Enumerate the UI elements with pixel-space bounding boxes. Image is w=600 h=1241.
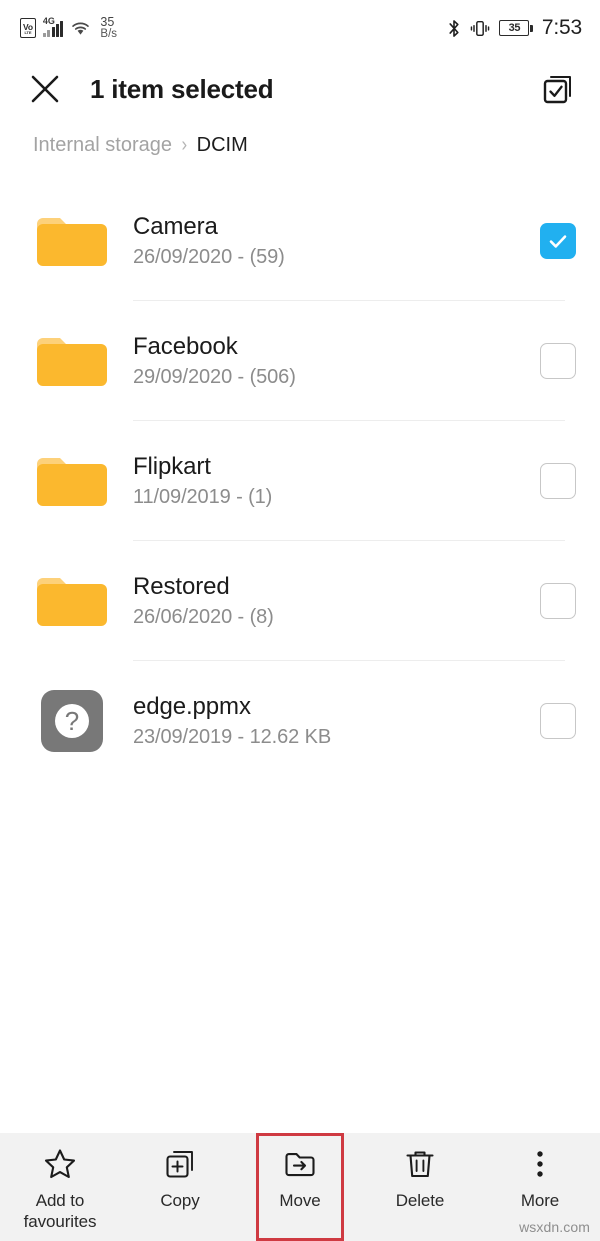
battery-level-text: 35 [499, 20, 530, 36]
row-icon [33, 570, 111, 632]
select-all-icon[interactable] [540, 71, 576, 107]
item-name: edge.ppmx [133, 693, 251, 720]
copy-icon [163, 1147, 197, 1181]
folder-icon [37, 578, 107, 626]
toolbar-label: Add to favourites [24, 1190, 97, 1232]
network-speed-unit: B/s [100, 28, 118, 40]
item-checkbox[interactable] [540, 343, 576, 379]
row-icon [33, 210, 111, 272]
check-icon [549, 235, 567, 248]
row-text: Camera 26/09/2020 - (59) [133, 213, 540, 269]
unknown-file-icon: ? [41, 690, 103, 752]
folder-icon [37, 458, 107, 506]
breadcrumb-current[interactable]: DCIM [197, 134, 248, 157]
bluetooth-icon [449, 19, 460, 37]
vibrate-icon [471, 20, 490, 36]
toolbar-label-line1: Add to [35, 1191, 85, 1210]
move-folder-icon [283, 1147, 317, 1181]
toolbar-label: Copy [160, 1191, 200, 1210]
folder-icon [37, 218, 107, 266]
item-checkbox[interactable] [540, 463, 576, 499]
status-bar: Vo LTE 4G 35 B/s 35 7:53 [0, 0, 600, 56]
file-list: Camera 26/09/2020 - (59) Facebook 29/09/… [0, 181, 600, 781]
copy-button[interactable]: Copy [120, 1147, 240, 1211]
star-icon [43, 1147, 77, 1181]
wifi-icon [72, 22, 90, 35]
network-generation-label: 4G [42, 16, 55, 26]
item-name: Camera [133, 213, 218, 240]
svg-text:?: ? [65, 706, 79, 736]
watermark: wsxdn.com [519, 1219, 590, 1235]
status-bar-left: Vo LTE 4G 35 B/s [20, 16, 117, 40]
trash-icon [403, 1147, 437, 1181]
item-name: Facebook [133, 333, 238, 360]
row-text: Flipkart 11/09/2019 - (1) [133, 453, 540, 509]
app-header: 1 item selected [0, 56, 600, 122]
item-meta: 23/09/2019 - 12.62 KB [133, 726, 332, 748]
item-name: Restored [133, 573, 230, 600]
item-checkbox[interactable] [540, 583, 576, 619]
list-item[interactable]: Restored 26/06/2020 - (8) [0, 541, 600, 661]
more-vertical-icon [523, 1147, 557, 1181]
row-icon [33, 330, 111, 392]
item-name: Flipkart [133, 453, 211, 480]
item-meta: 29/09/2020 - (506) [133, 366, 296, 388]
move-button[interactable]: Move [240, 1147, 360, 1211]
list-item[interactable]: ? edge.ppmx 23/09/2019 - 12.62 KB [0, 661, 600, 781]
toolbar-label: More [520, 1191, 560, 1210]
list-item[interactable]: Camera 26/09/2020 - (59) [0, 181, 600, 301]
page-title: 1 item selected [90, 73, 274, 104]
item-meta: 26/06/2020 - (8) [133, 606, 274, 628]
breadcrumb: Internal storage › DCIM [0, 122, 600, 171]
item-checkbox[interactable] [540, 703, 576, 739]
list-item[interactable]: Facebook 29/09/2020 - (506) [0, 301, 600, 421]
row-icon: ? [33, 690, 111, 752]
folder-icon [37, 338, 107, 386]
close-icon[interactable] [28, 72, 62, 106]
volte-icon: Vo LTE [20, 18, 36, 38]
item-meta: 26/09/2020 - (59) [133, 246, 285, 268]
breadcrumb-root[interactable]: Internal storage [33, 134, 172, 157]
toolbar-label: Delete [395, 1191, 445, 1210]
toolbar-label-line2: favourites [23, 1212, 97, 1231]
status-bar-clock: 7:53 [541, 16, 582, 39]
signal-bars-icon: 4G [42, 16, 64, 37]
row-icon [33, 450, 111, 512]
row-text: edge.ppmx 23/09/2019 - 12.62 KB [133, 693, 540, 749]
bottom-action-bar: Add to favourites Copy Move Delete More … [0, 1133, 600, 1241]
more-button[interactable]: More [480, 1147, 600, 1211]
network-speed: 35 B/s [100, 16, 117, 40]
status-bar-right: 35 7:53 [447, 16, 582, 40]
battery-icon: 35 [499, 20, 533, 36]
item-meta: 11/09/2019 - (1) [133, 486, 273, 508]
network-speed-value: 35 [100, 15, 115, 29]
toolbar-label: Move [279, 1191, 321, 1210]
chevron-right-icon: › [181, 134, 188, 156]
volte-bottom-text: LTE [24, 29, 32, 35]
add-to-favourites-button[interactable]: Add to favourites [0, 1147, 120, 1232]
delete-button[interactable]: Delete [360, 1147, 480, 1211]
row-text: Restored 26/06/2020 - (8) [133, 573, 540, 629]
list-item[interactable]: Flipkart 11/09/2019 - (1) [0, 421, 600, 541]
row-text: Facebook 29/09/2020 - (506) [133, 333, 540, 389]
item-checkbox[interactable] [540, 223, 576, 259]
battery-cap [530, 24, 533, 32]
